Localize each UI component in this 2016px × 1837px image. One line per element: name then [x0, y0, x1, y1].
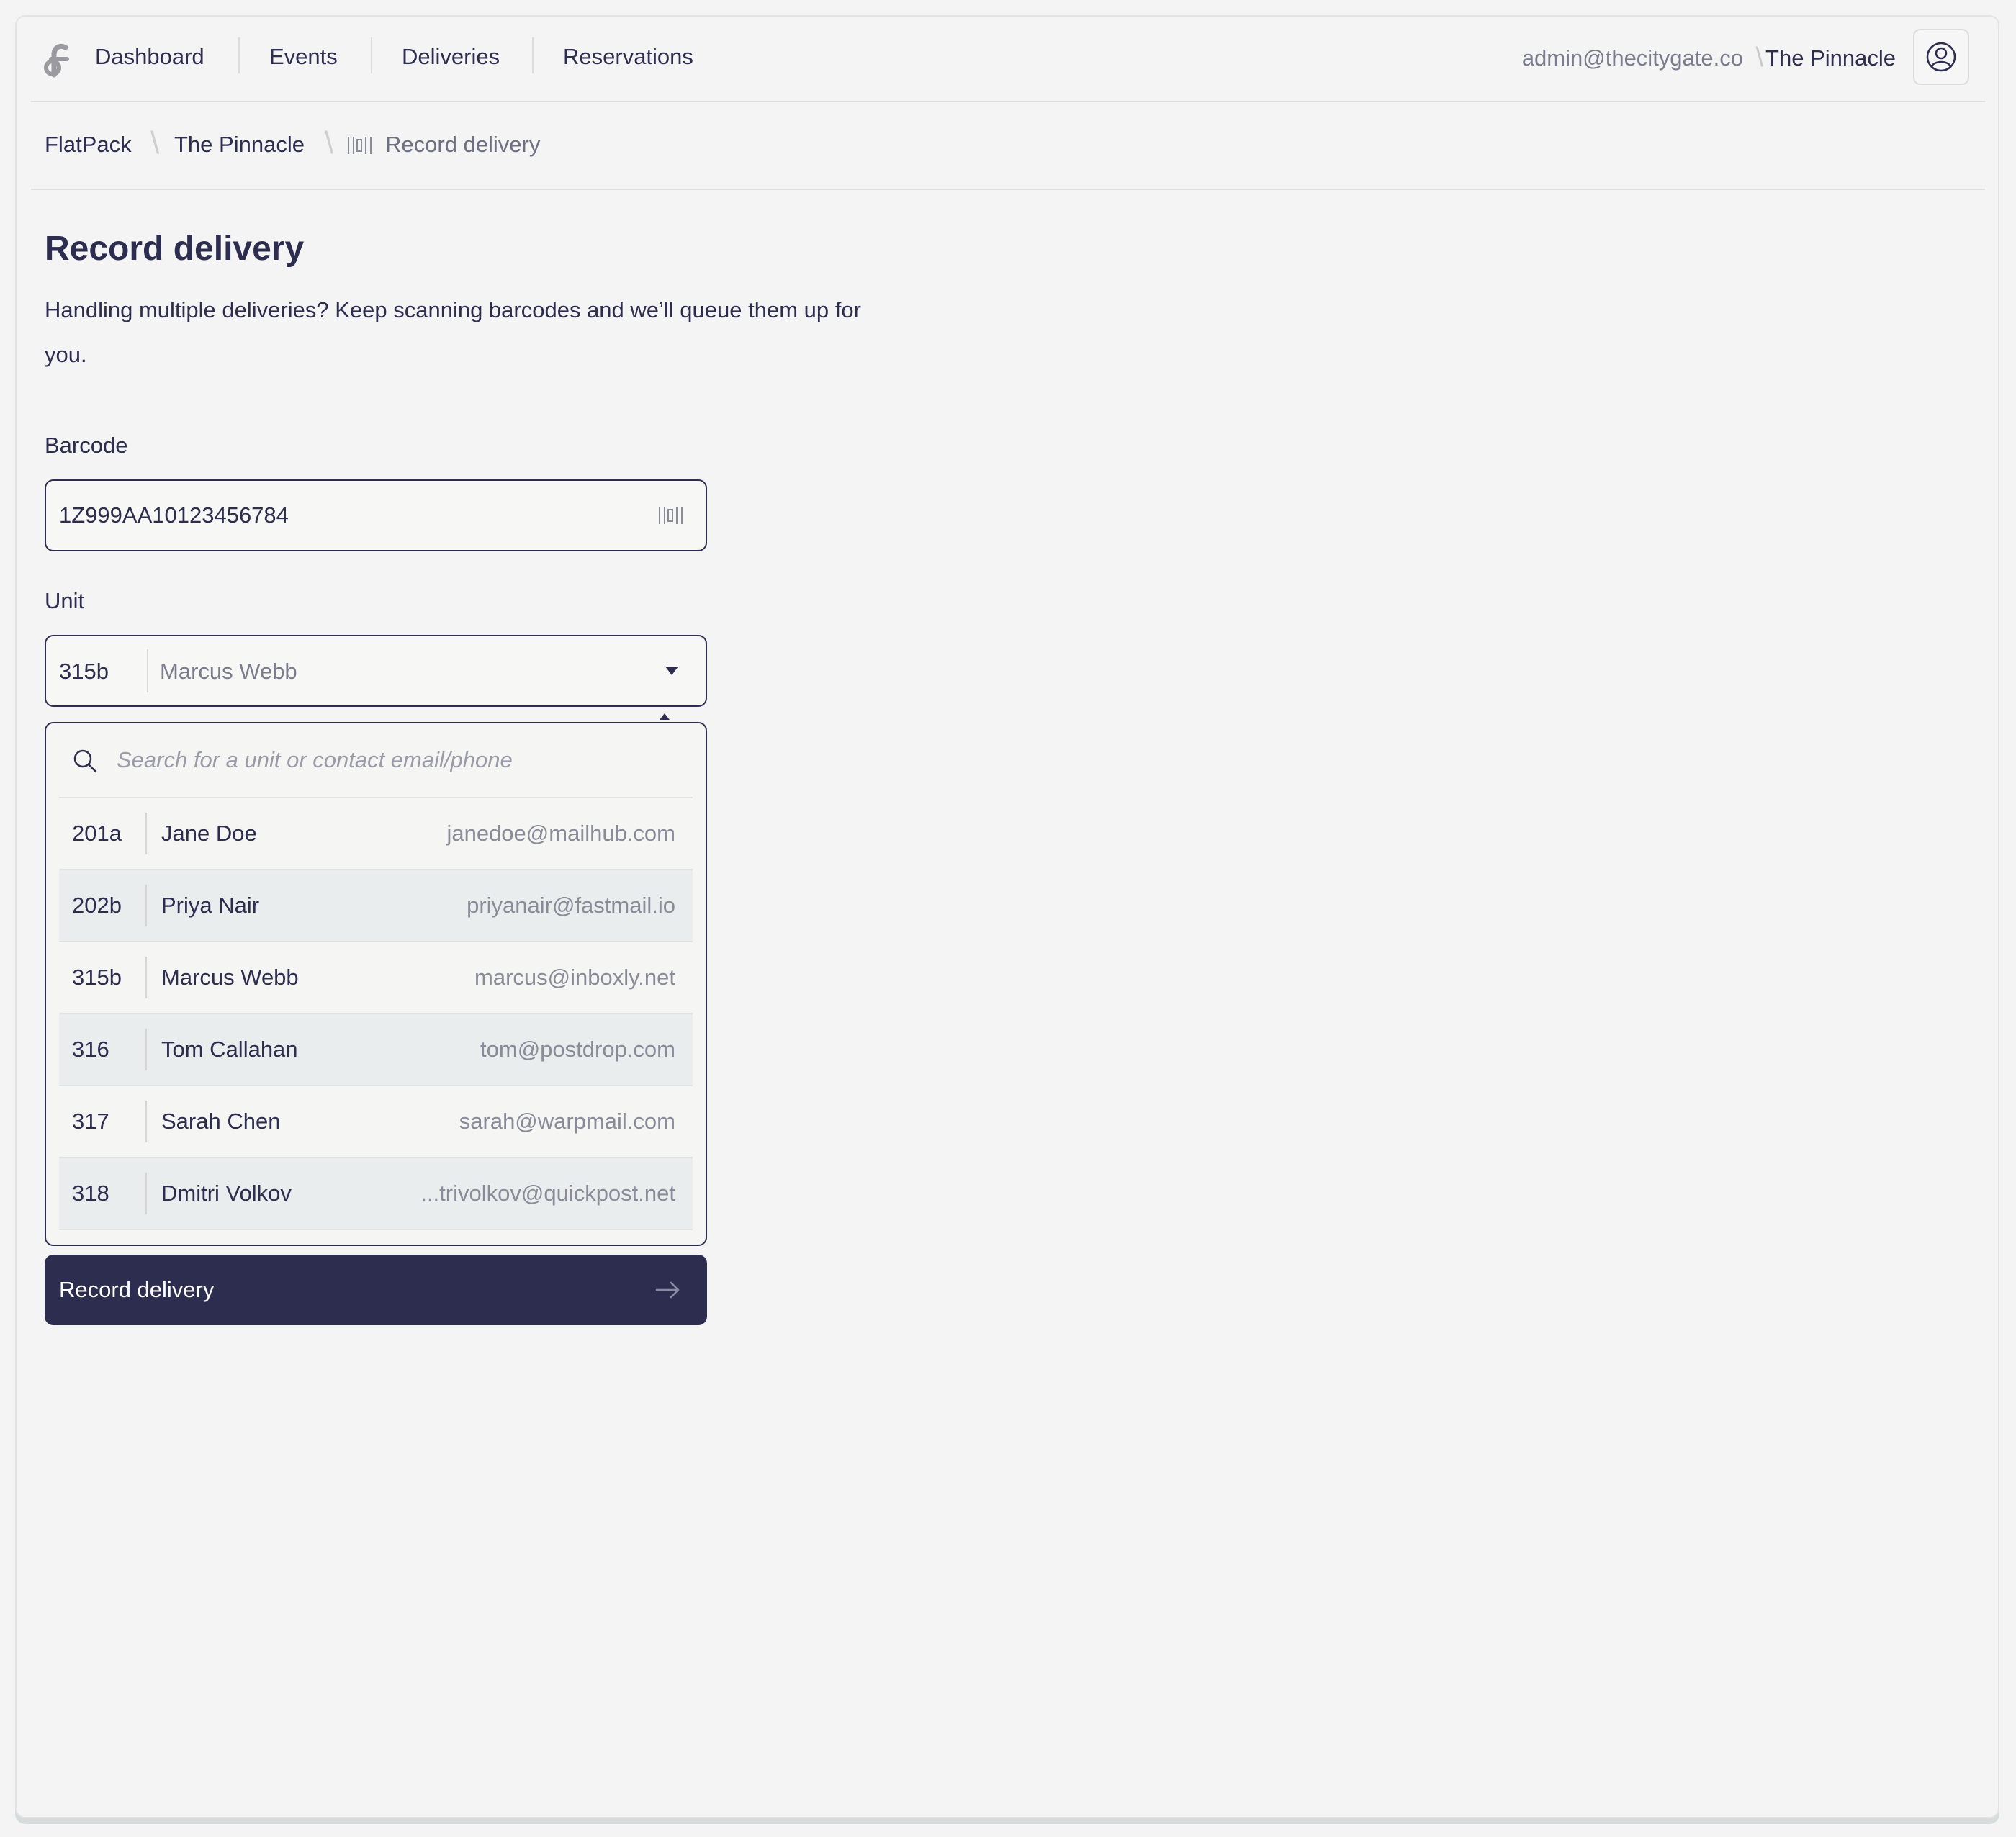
unit-option[interactable]: 315b Marcus Webb marcus@inboxly.net	[59, 942, 693, 1014]
nav-item-dashboard[interactable]: Dashboard	[95, 43, 204, 71]
breadcrumb-item-property[interactable]: The Pinnacle	[174, 131, 305, 158]
unit-option[interactable]: 202b Priya Nair priyanair@fastmail.io	[59, 870, 693, 942]
option-name: Sarah Chen	[161, 1109, 281, 1134]
option-divider	[145, 1101, 147, 1142]
selected-unit-code: 315b	[59, 659, 109, 684]
arrow-right-icon	[655, 1281, 680, 1299]
caret-down-icon[interactable]	[665, 667, 678, 675]
unit-option[interactable]: 317 Sarah Chen sarah@warpmail.com	[59, 1086, 693, 1158]
dropdown-pointer	[660, 713, 670, 720]
record-delivery-button-label: Record delivery	[59, 1277, 215, 1302]
option-email: priyanair@fastmail.io	[467, 893, 675, 918]
search-icon	[73, 749, 97, 773]
option-divider	[145, 885, 147, 926]
unit-option[interactable]: 318 Dmitri Volkov ...trivolkov@quickpost…	[59, 1158, 693, 1230]
breadcrumb-separator: \	[150, 125, 160, 161]
option-unit: 201a	[72, 821, 122, 846]
page-description: Handling multiple deliveries? Keep scann…	[45, 297, 861, 367]
option-divider	[145, 957, 147, 998]
option-unit: 202b	[72, 893, 122, 918]
barcode-icon	[348, 137, 372, 154]
option-unit: 317	[72, 1109, 109, 1134]
nav-item-events[interactable]: Events	[269, 43, 338, 71]
barcode-label: Barcode	[45, 433, 128, 458]
selected-unit-contact: Marcus Webb	[160, 659, 297, 684]
breadcrumb-item-flatpack[interactable]: FlatPack	[45, 131, 132, 158]
nav-item-deliveries[interactable]: Deliveries	[402, 43, 500, 71]
account-separator: \	[1755, 42, 1763, 73]
account-menu-button[interactable]	[1913, 29, 1969, 85]
record-delivery-button[interactable]: Record delivery	[45, 1255, 707, 1325]
breadcrumb-separator: \	[325, 125, 334, 161]
option-unit: 316	[72, 1037, 109, 1062]
nav-item-reservations[interactable]: Reservations	[563, 43, 693, 71]
unit-search-input[interactable]	[117, 744, 678, 777]
unit-dropdown: 201a Jane Doe janedoe@mailhub.com 202b P…	[45, 722, 707, 1246]
option-divider	[145, 1173, 147, 1214]
account-email: admin@thecitygate.co	[1521, 45, 1743, 71]
page-title: Record delivery	[45, 230, 305, 268]
unit-option[interactable]: 201a Jane Doe janedoe@mailhub.com	[59, 798, 693, 870]
option-unit: 318	[72, 1181, 109, 1206]
nav-divider	[371, 37, 372, 73]
top-navigation: Dashboard Events Deliveries Reservations…	[31, 16, 1985, 102]
unit-label: Unit	[45, 588, 85, 613]
option-name: Tom Callahan	[161, 1037, 298, 1062]
option-name: Dmitri Volkov	[161, 1181, 292, 1206]
nav-divider	[532, 37, 534, 73]
option-email: ...trivolkov@quickpost.net	[420, 1181, 675, 1206]
option-email: marcus@inboxly.net	[474, 965, 675, 990]
unit-divider	[147, 649, 148, 692]
unit-option-list: 201a Jane Doe janedoe@mailhub.com 202b P…	[59, 798, 693, 1230]
option-name: Priya Nair	[161, 893, 260, 918]
unit-search-row	[59, 723, 693, 798]
option-divider	[145, 813, 147, 854]
breadcrumb: FlatPack \ The Pinnacle \ Record deliver…	[31, 101, 1985, 190]
barcode-field[interactable]	[45, 479, 707, 551]
option-divider	[145, 1029, 147, 1070]
unit-option[interactable]: 316 Tom Callahan tom@postdrop.com	[59, 1014, 693, 1086]
option-email: janedoe@mailhub.com	[446, 821, 675, 846]
nav-divider	[238, 37, 240, 73]
option-email: sarah@warpmail.com	[459, 1109, 675, 1134]
option-email: tom@postdrop.com	[480, 1037, 675, 1062]
option-name: Jane Doe	[161, 821, 257, 846]
option-unit: 315b	[72, 965, 122, 990]
user-circle-icon	[1926, 42, 1956, 72]
property-name[interactable]: The Pinnacle	[1765, 45, 1896, 72]
option-name: Marcus Webb	[161, 965, 299, 990]
unit-select[interactable]: 315b Marcus Webb	[45, 635, 707, 707]
breadcrumb-item-current: Record delivery	[385, 132, 541, 157]
barcode-scan-icon[interactable]	[658, 505, 684, 525]
flatpack-logo-icon[interactable]	[44, 42, 76, 79]
barcode-input[interactable]	[59, 498, 649, 533]
